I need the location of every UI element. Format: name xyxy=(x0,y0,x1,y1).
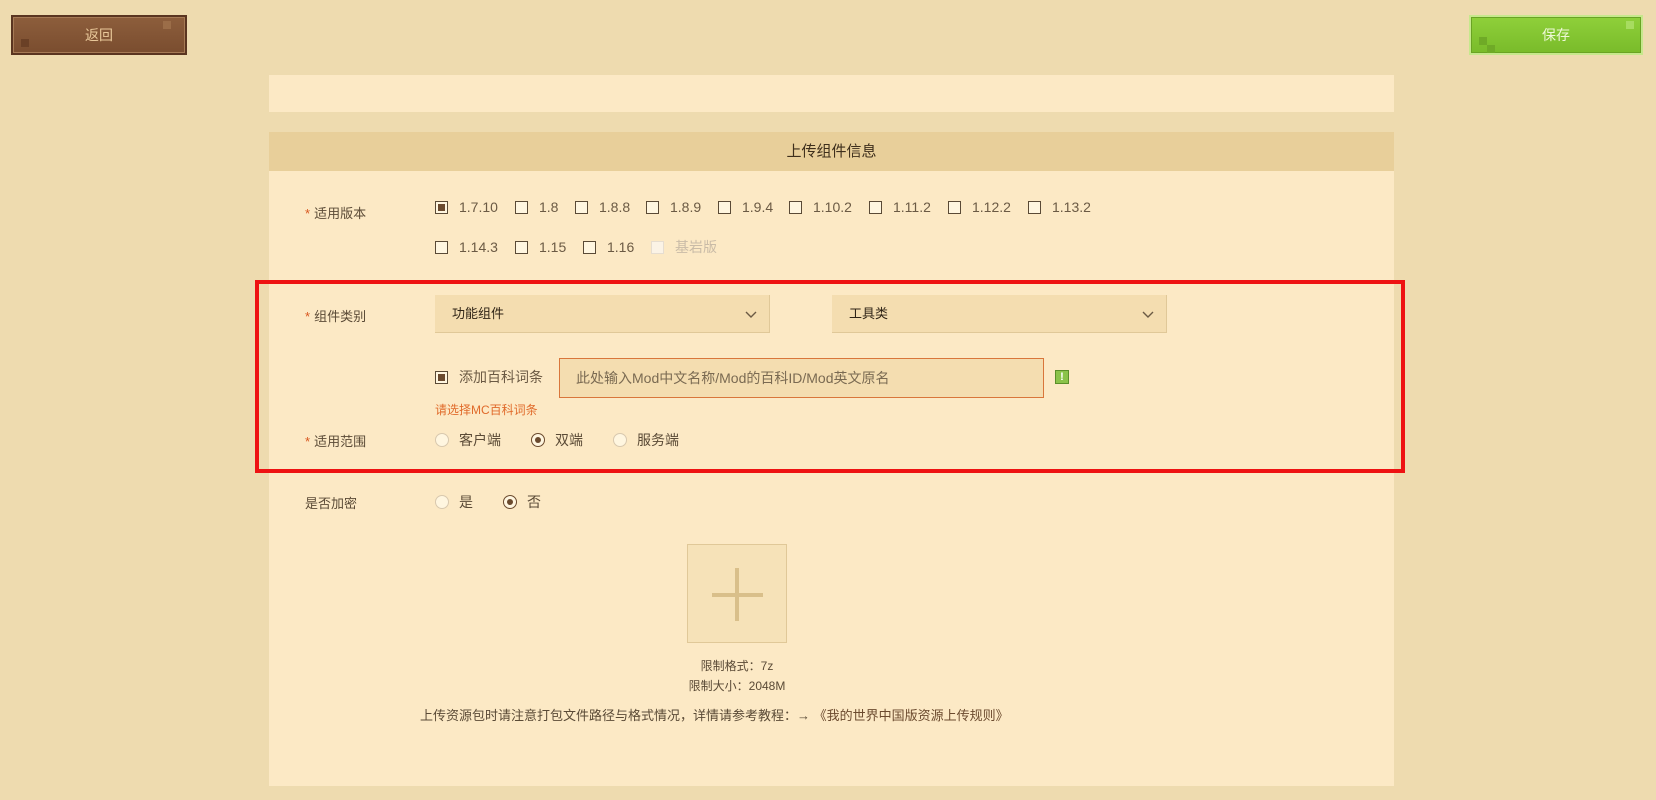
required-star: * xyxy=(305,309,311,324)
version-option-1-10-2[interactable]: 1.10.2 xyxy=(789,198,852,216)
category-secondary-select[interactable]: 工具类 xyxy=(832,295,1167,333)
encrypt-option-no[interactable]: 否 xyxy=(503,493,541,511)
version-option-1-7-10[interactable]: 1.7.10 xyxy=(435,198,498,216)
checkbox[interactable] xyxy=(575,200,588,214)
save-button-label: 保存 xyxy=(1542,27,1570,43)
save-button[interactable]: 保存 xyxy=(1469,15,1643,55)
category-label: * 组件类别 xyxy=(305,309,367,324)
radio[interactable] xyxy=(435,433,449,447)
radio[interactable] xyxy=(435,495,449,509)
scope-label: * 适用范围 xyxy=(305,434,367,449)
upload-page: 返回 保存 上传组件信息 * 适用版本 1.7.10 1.8 1.8.8 1.8.… xyxy=(0,0,1656,800)
category-primary-select[interactable]: 功能组件 xyxy=(435,295,770,333)
version-option-1-15[interactable]: 1.15 xyxy=(515,238,566,256)
version-option-1-9-4[interactable]: 1.9.4 xyxy=(718,198,773,216)
version-option-1-14-3[interactable]: 1.14.3 xyxy=(435,238,498,256)
checkbox[interactable] xyxy=(435,240,448,254)
checkbox[interactable] xyxy=(1028,200,1041,214)
version-option-1-8-8[interactable]: 1.8.8 xyxy=(575,198,630,216)
version-option-1-12-2[interactable]: 1.12.2 xyxy=(948,198,1011,216)
back-button[interactable]: 返回 xyxy=(11,15,187,55)
checkbox[interactable] xyxy=(789,200,802,214)
encrypt-option-yes[interactable]: 是 xyxy=(435,493,473,511)
version-option-1-8[interactable]: 1.8 xyxy=(515,198,558,216)
upload-size-limit: 限制大小：2048M xyxy=(688,679,786,693)
wiki-error-message: 请选择MC百科词条 xyxy=(435,403,538,417)
radio[interactable] xyxy=(613,433,627,447)
radio[interactable] xyxy=(531,433,545,447)
upload-note: 上传资源包时请注意打包文件路径与格式情况，详情请参考教程：→ 《我的世界中国版资… xyxy=(420,705,1009,724)
panel-title: 上传组件信息 xyxy=(269,132,1394,171)
checkbox[interactable] xyxy=(435,200,448,214)
checkbox[interactable] xyxy=(948,200,961,214)
checkbox[interactable] xyxy=(435,370,448,384)
scope-option-client[interactable]: 客户端 xyxy=(435,431,501,449)
top-strip xyxy=(269,75,1394,112)
back-button-label: 返回 xyxy=(85,27,113,43)
version-option-1-8-9[interactable]: 1.8.9 xyxy=(646,198,701,216)
version-label: * 适用版本 xyxy=(305,206,367,221)
chevron-down-icon xyxy=(1142,295,1154,333)
checkbox[interactable] xyxy=(646,200,659,214)
checkbox xyxy=(651,240,664,254)
version-option-bedrock: 基岩版 xyxy=(651,238,717,256)
required-star: * xyxy=(305,206,311,221)
checkbox[interactable] xyxy=(515,200,528,214)
chevron-down-icon xyxy=(745,295,757,333)
upload-button[interactable] xyxy=(687,544,787,643)
add-wiki-checkbox[interactable]: 添加百科词条 xyxy=(435,368,543,386)
upload-rules-link[interactable]: 《我的世界中国版资源上传规则》 xyxy=(814,708,1009,723)
encrypt-label: 是否加密 xyxy=(305,496,358,511)
upload-format-limit: 限制格式：7z xyxy=(700,659,774,673)
wiki-search-input[interactable] xyxy=(559,358,1044,398)
checkbox[interactable] xyxy=(869,200,882,214)
warning-icon: ! xyxy=(1055,370,1069,384)
category-primary-value: 功能组件 xyxy=(452,306,505,321)
category-secondary-value: 工具类 xyxy=(849,306,889,321)
version-option-1-13-2[interactable]: 1.13.2 xyxy=(1028,198,1091,216)
required-star: * xyxy=(305,434,311,449)
checkbox[interactable] xyxy=(515,240,528,254)
scope-option-server[interactable]: 服务端 xyxy=(613,431,679,449)
scope-option-both[interactable]: 双端 xyxy=(531,431,583,449)
radio[interactable] xyxy=(503,495,517,509)
version-option-1-16[interactable]: 1.16 xyxy=(583,238,634,256)
upload-note-text: 上传资源包时请注意打包文件路径与格式情况，详情请参考教程：→ xyxy=(420,708,814,723)
checkbox[interactable] xyxy=(718,200,731,214)
checkbox[interactable] xyxy=(583,240,596,254)
version-option-1-11-2[interactable]: 1.11.2 xyxy=(869,198,931,216)
